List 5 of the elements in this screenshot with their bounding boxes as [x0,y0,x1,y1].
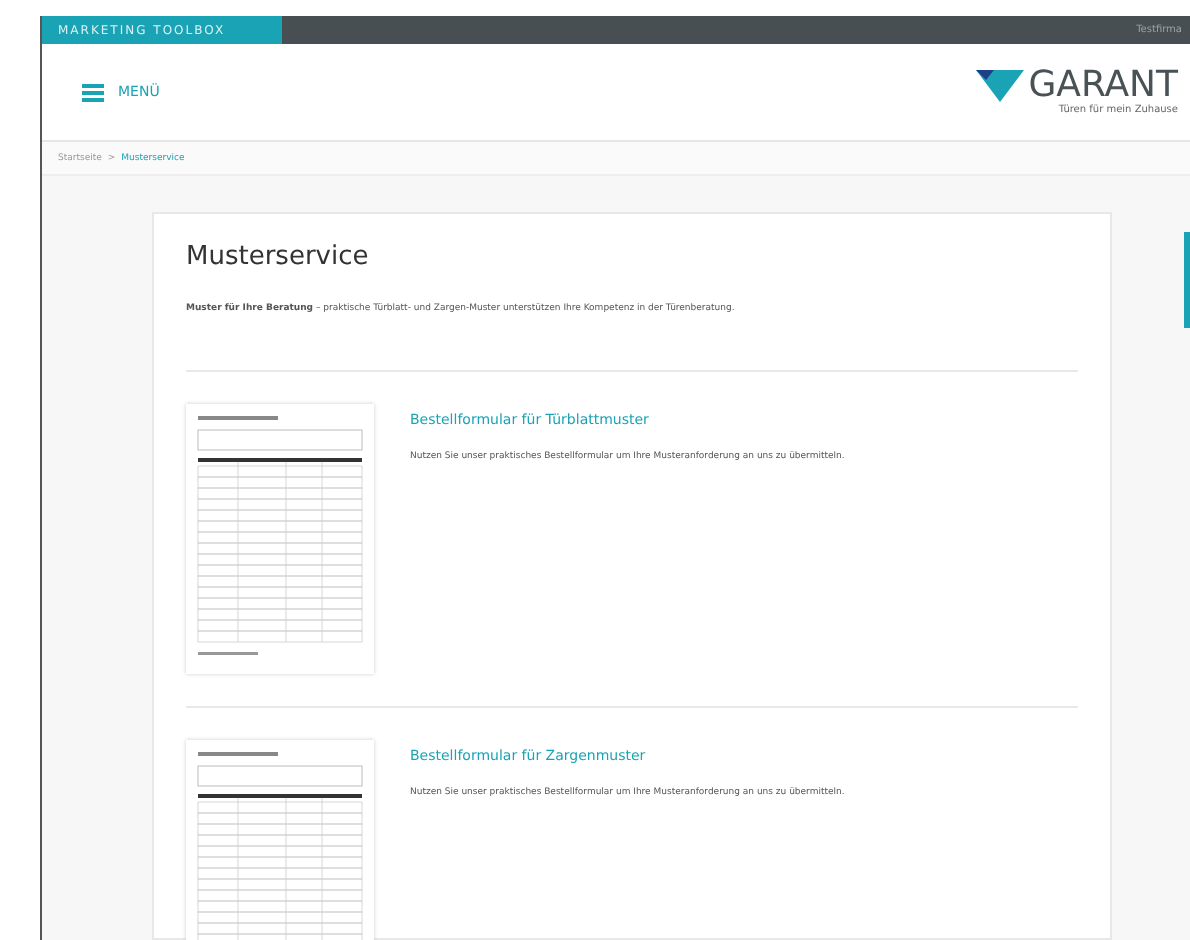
triangle-logo-icon [976,70,1025,102]
side-tab[interactable] [1184,232,1190,328]
page-title: Musterservice [186,242,371,272]
menu-icon [82,83,104,101]
logo-text: GARANT [1028,68,1178,104]
